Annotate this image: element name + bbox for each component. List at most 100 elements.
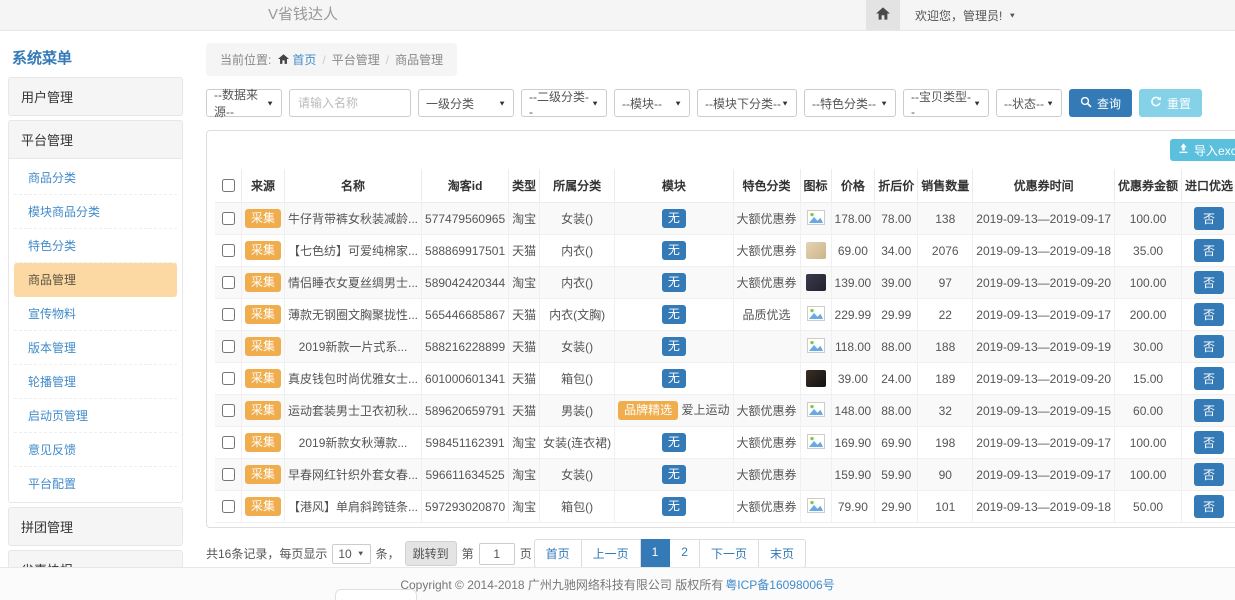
imported-toggle-button[interactable]: 否 xyxy=(1194,239,1224,262)
source-cell: 采集 xyxy=(242,235,285,267)
coupon-time: 2019-09-13—2019-09-15 xyxy=(973,395,1115,427)
jump-button[interactable]: 跳转到 xyxy=(405,541,457,566)
icp-link[interactable]: 粤ICP备16098006号 xyxy=(725,576,834,593)
row-checkbox[interactable] xyxy=(222,308,235,321)
sidebar-item-product-category[interactable]: 商品分类 xyxy=(14,161,177,195)
sidebar-item-user-management[interactable]: 用户管理 xyxy=(8,77,183,116)
page-button[interactable]: 2 xyxy=(670,539,700,567)
sales-count: 2076 xyxy=(918,235,973,267)
row-checkbox[interactable] xyxy=(222,212,235,225)
product-thumbnail xyxy=(806,370,826,387)
sidebar-item-version-management[interactable]: 版本管理 xyxy=(14,331,177,365)
sidebar-item-feature-category[interactable]: 特色分类 xyxy=(14,229,177,263)
imported-toggle-button[interactable]: 否 xyxy=(1194,431,1224,454)
product-category: 女装() xyxy=(540,203,615,235)
query-button[interactable]: 查询 xyxy=(1069,89,1132,117)
level2-category-select[interactable]: --二级分类--▼ xyxy=(521,89,607,117)
sidebar-item-platform-config[interactable]: 平台配置 xyxy=(14,467,177,500)
level1-category-select[interactable]: 一级分类▼ xyxy=(418,89,514,117)
feature-category: 大额优惠券 xyxy=(733,459,800,491)
page-button[interactable]: 下一页 xyxy=(700,539,759,567)
row-checkbox[interactable] xyxy=(222,404,235,417)
row-checkbox[interactable] xyxy=(222,372,235,385)
coupon-time: 2019-09-13—2019-09-17 xyxy=(973,427,1115,459)
toolbar: 导入excel + 添加 批量删除 xyxy=(215,139,1235,161)
imported-toggle-button[interactable]: 否 xyxy=(1194,207,1224,230)
chevron-down-icon: ▼ xyxy=(781,99,789,107)
coupon-amount: 50.00 xyxy=(1115,491,1182,523)
imported-toggle-button[interactable]: 否 xyxy=(1194,303,1224,326)
sidebar-item-product-management[interactable]: 商品管理 xyxy=(14,263,177,297)
page-button[interactable]: 末页 xyxy=(759,539,806,567)
select-all-checkbox[interactable] xyxy=(222,179,235,192)
module-badge: 无 xyxy=(662,433,686,452)
imported-toggle-button[interactable]: 否 xyxy=(1194,399,1224,422)
breadcrumb-item: 商品管理 xyxy=(395,51,443,68)
home-button[interactable] xyxy=(866,0,900,30)
page-button[interactable]: 上一页 xyxy=(582,539,641,567)
table-row: 采集2019新款女秋薄款...598451162391淘宝女装(连衣裙)无大额优… xyxy=(215,427,1235,459)
imported-toggle-button[interactable]: 否 xyxy=(1194,495,1224,518)
sidebar-item-feedback[interactable]: 意见反馈 xyxy=(14,433,177,467)
import-select-cell: 否 xyxy=(1182,395,1235,427)
reset-button[interactable]: 重置 xyxy=(1139,89,1202,117)
product-image-placeholder-icon xyxy=(807,310,825,324)
module-select[interactable]: --模块--▼ xyxy=(614,89,690,117)
taoke-id: 588869917501 xyxy=(422,235,509,267)
import-excel-button[interactable]: 导入excel xyxy=(1170,139,1235,161)
sidebar-item-carousel-management[interactable]: 轮播管理 xyxy=(14,365,177,399)
page-size-select[interactable]: 10 ▼ xyxy=(332,544,370,564)
feature-category: 大额优惠券 xyxy=(733,203,800,235)
product-type: 淘宝 xyxy=(509,491,540,523)
module-cell: 无 xyxy=(615,459,733,491)
module-subcategory-select[interactable]: --模块下分类--▼ xyxy=(697,89,797,117)
imported-toggle-button[interactable]: 否 xyxy=(1194,367,1224,390)
refresh-icon xyxy=(1150,96,1162,111)
row-checkbox[interactable] xyxy=(222,436,235,449)
product-thumbnail xyxy=(806,242,826,259)
source-cell: 采集 xyxy=(242,459,285,491)
name-input[interactable] xyxy=(289,89,411,117)
source-badge: 采集 xyxy=(245,497,281,516)
sidebar-item-platform-management[interactable]: 平台管理 xyxy=(8,120,183,159)
page-button[interactable]: 首页 xyxy=(534,539,582,567)
row-checkbox[interactable] xyxy=(222,340,235,353)
select-value: --数据来源-- xyxy=(214,86,266,120)
row-checkbox[interactable] xyxy=(222,244,235,257)
import-select-cell: 否 xyxy=(1182,459,1235,491)
sidebar-item-saving-express[interactable]: 省惠快报 xyxy=(8,550,183,567)
home-icon xyxy=(278,53,289,67)
row-checkbox[interactable] xyxy=(222,500,235,513)
module-badge: 无 xyxy=(662,273,686,292)
feature-category-select[interactable]: --特色分类--▼ xyxy=(804,89,896,117)
price: 229.99 xyxy=(831,299,875,331)
row-checkbox[interactable] xyxy=(222,276,235,289)
breadcrumb-home-link[interactable]: 首页 xyxy=(292,51,316,68)
breadcrumb-prefix: 当前位置: xyxy=(220,51,271,68)
user-dropdown[interactable]: 欢迎您，管理员! ▼ xyxy=(900,0,1031,30)
source-cell: 采集 xyxy=(242,395,285,427)
sidebar-item-module-product-category[interactable]: 模块商品分类 xyxy=(14,195,177,229)
item-type-select[interactable]: --宝贝类型--▼ xyxy=(903,89,989,117)
module-cell: 无 xyxy=(615,491,733,523)
status-select[interactable]: --状态--▼ xyxy=(996,89,1062,117)
imported-toggle-button[interactable]: 否 xyxy=(1194,335,1224,358)
source-badge: 采集 xyxy=(245,337,281,356)
product-name: 运动套装男士卫衣初秋... xyxy=(285,395,422,427)
page-button[interactable]: 1 xyxy=(641,539,671,567)
coupon-time: 2019-09-13—2019-09-19 xyxy=(973,331,1115,363)
sidebar-item-promo-materials[interactable]: 宣传物料 xyxy=(14,297,177,331)
imported-toggle-button[interactable]: 否 xyxy=(1194,271,1224,294)
coupon-amount: 100.00 xyxy=(1115,267,1182,299)
icon-cell xyxy=(800,331,831,363)
source-badge: 采集 xyxy=(245,305,281,324)
page-number-input[interactable] xyxy=(479,543,515,565)
sidebar-item-group-buy-management[interactable]: 拼团管理 xyxy=(8,507,183,546)
row-checkbox[interactable] xyxy=(222,468,235,481)
taoke-id: 596611634525 xyxy=(422,459,509,491)
data-source-select[interactable]: --数据来源--▼ xyxy=(206,89,282,117)
sidebar-item-splash-page-management[interactable]: 启动页管理 xyxy=(14,399,177,433)
product-name: 2019新款女秋薄款... xyxy=(285,427,422,459)
imported-toggle-button[interactable]: 否 xyxy=(1194,463,1224,486)
product-name: 【港风】单肩斜跨链条... xyxy=(285,491,422,523)
